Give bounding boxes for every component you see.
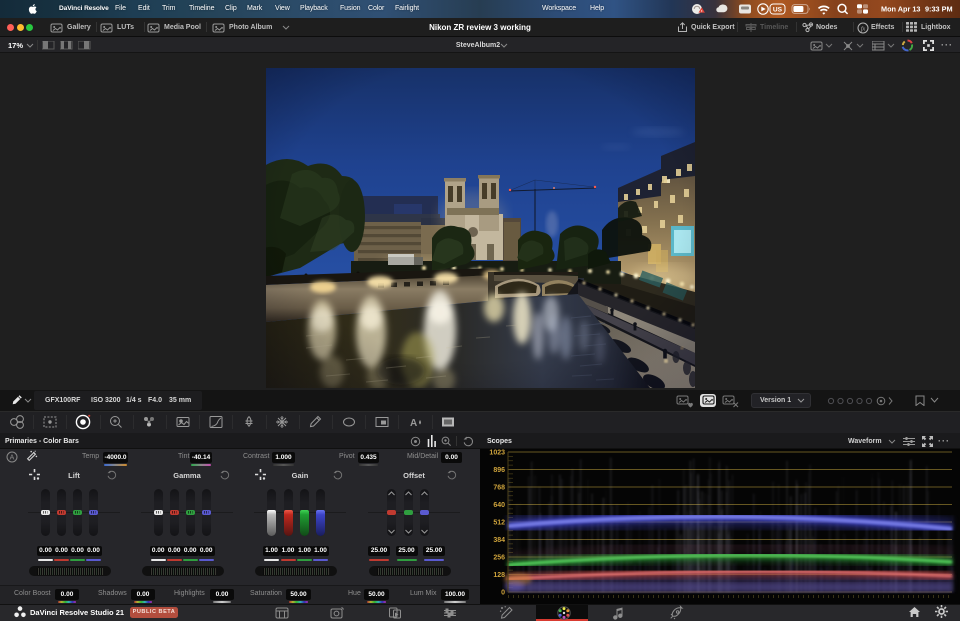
svg-text:896: 896 [493,467,505,474]
svg-text:fx: fx [861,25,866,32]
svg-text:1023: 1023 [489,450,505,457]
svg-text:128: 128 [493,572,505,579]
svg-text:0: 0 [501,590,505,597]
svg-text:A: A [10,455,15,462]
svg-text:256: 256 [493,555,505,562]
svg-text:512: 512 [493,520,505,527]
svg-text:A: A [410,418,417,429]
svg-text:640: 640 [493,502,505,509]
svg-text:768: 768 [493,485,505,492]
svg-text:384: 384 [493,537,505,544]
svg-text:US: US [773,6,783,13]
svg-text:9:33 PM: 9:33 PM [925,4,953,13]
svg-text:Mon Apr 13: Mon Apr 13 [881,4,920,13]
